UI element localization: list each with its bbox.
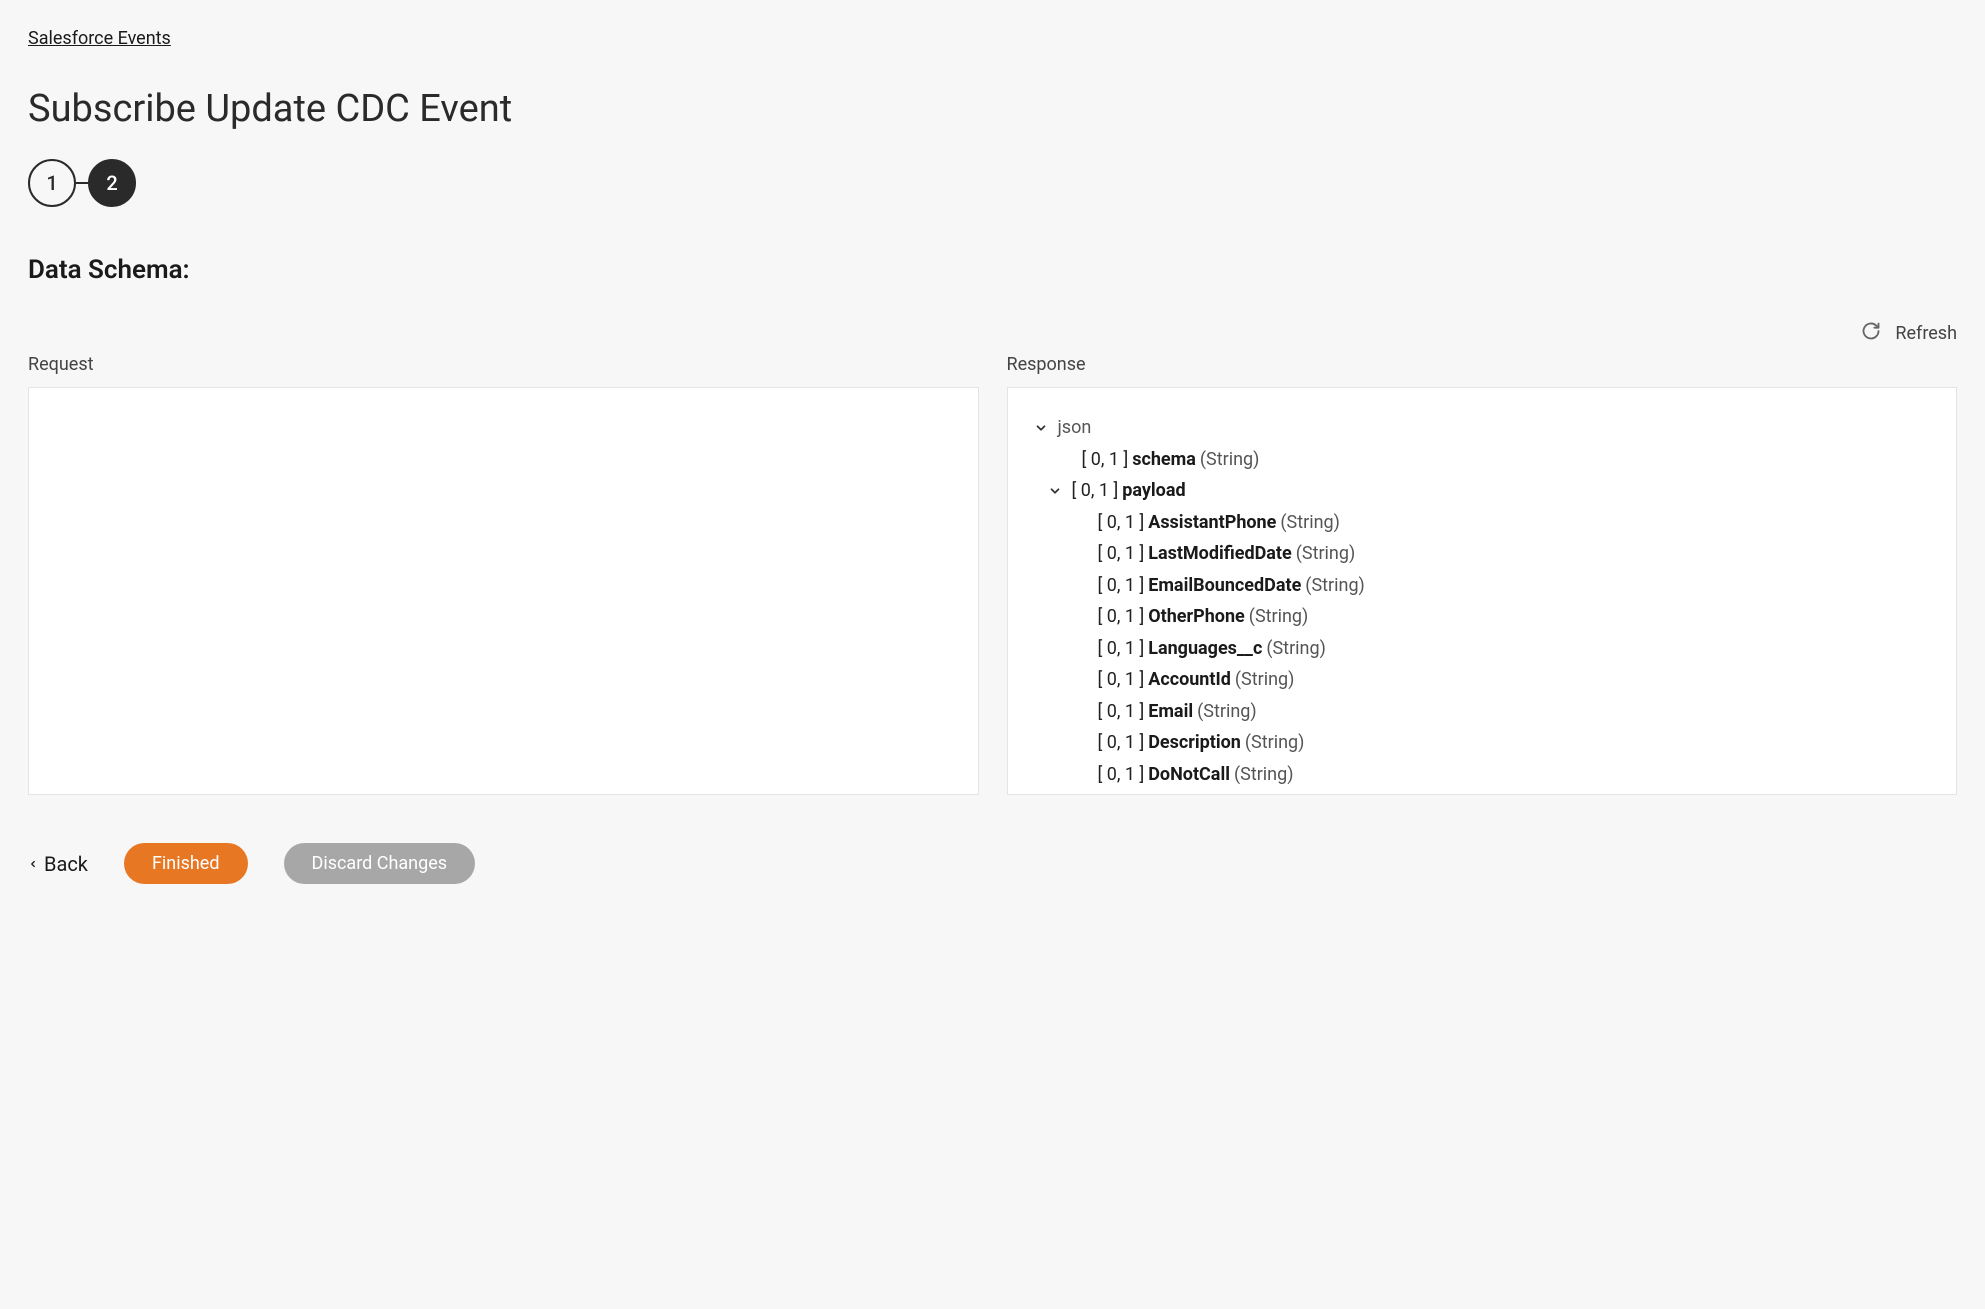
tree-item-payload[interactable]: [ 0, 1 ] payload	[1032, 475, 1933, 507]
schema-tree: json [ 0, 1 ] schema (String) [ 0, 1 ] p…	[1032, 412, 1933, 790]
field-type: (String)	[1197, 696, 1257, 728]
request-panel	[28, 387, 979, 795]
field-type: (String)	[1280, 507, 1340, 539]
field-type: (String)	[1235, 664, 1295, 696]
cardinality: [ 0, 1 ]	[1098, 507, 1145, 539]
chevron-left-icon	[28, 852, 38, 876]
cardinality: [ 0, 1 ]	[1098, 538, 1145, 570]
field-name: AssistantPhone	[1148, 507, 1276, 539]
tree-item[interactable]: [ 0, 1 ]DoNotCall(String)	[1032, 759, 1933, 791]
field-name: OtherPhone	[1148, 601, 1245, 633]
tree-item[interactable]: [ 0, 1 ]AccountId(String)	[1032, 664, 1933, 696]
step-2[interactable]: 2	[88, 159, 136, 207]
field-name: DoNotCall	[1148, 759, 1230, 791]
request-label: Request	[28, 354, 979, 375]
field-type: (String)	[1305, 570, 1365, 602]
step-1[interactable]: 1	[28, 159, 76, 207]
tree-item[interactable]: [ 0, 1 ]LastModifiedDate(String)	[1032, 538, 1933, 570]
section-heading: Data Schema:	[28, 255, 1957, 285]
field-name: AccountId	[1148, 664, 1231, 696]
refresh-icon	[1861, 321, 1881, 346]
field-name: LastModifiedDate	[1148, 538, 1292, 570]
field-type: (String)	[1249, 601, 1309, 633]
refresh-button[interactable]: Refresh	[1861, 321, 1957, 346]
field-name: EmailBouncedDate	[1148, 570, 1301, 602]
field-type: (String)	[1234, 759, 1294, 791]
refresh-label: Refresh	[1895, 323, 1957, 344]
tree-item[interactable]: [ 0, 1 ]Description(String)	[1032, 727, 1933, 759]
finished-button[interactable]: Finished	[124, 843, 248, 884]
response-label: Response	[1007, 354, 1958, 375]
tree-root-label: json	[1058, 412, 1092, 444]
cardinality: [ 0, 1 ]	[1072, 475, 1119, 507]
field-type: (String)	[1296, 538, 1356, 570]
field-type: (String)	[1266, 633, 1326, 665]
cardinality: [ 0, 1 ]	[1098, 570, 1145, 602]
back-button[interactable]: Back	[28, 852, 88, 876]
tree-root[interactable]: json	[1032, 412, 1933, 444]
field-name: Description	[1148, 727, 1241, 759]
field-type: (String)	[1200, 444, 1260, 476]
cardinality: [ 0, 1 ]	[1098, 727, 1145, 759]
tree-item[interactable]: [ 0, 1 ]AssistantPhone(String)	[1032, 507, 1933, 539]
chevron-down-icon	[1046, 484, 1064, 498]
chevron-down-icon	[1032, 421, 1050, 435]
tree-item-schema[interactable]: [ 0, 1 ] schema (String)	[1032, 444, 1933, 476]
tree-item[interactable]: [ 0, 1 ]Languages__c(String)	[1032, 633, 1933, 665]
field-type: (String)	[1245, 727, 1305, 759]
field-name: Languages__c	[1148, 633, 1262, 665]
tree-item[interactable]: [ 0, 1 ]Email(String)	[1032, 696, 1933, 728]
wizard-stepper: 1 2	[28, 159, 1957, 207]
cardinality: [ 0, 1 ]	[1098, 633, 1145, 665]
discard-button[interactable]: Discard Changes	[284, 843, 476, 884]
back-label: Back	[44, 852, 88, 876]
breadcrumb-link[interactable]: Salesforce Events	[28, 28, 171, 49]
page-title: Subscribe Update CDC Event	[28, 87, 1957, 131]
step-connector	[76, 182, 88, 184]
response-panel: json [ 0, 1 ] schema (String) [ 0, 1 ] p…	[1007, 387, 1958, 795]
field-name: payload	[1122, 475, 1185, 507]
cardinality: [ 0, 1 ]	[1098, 601, 1145, 633]
cardinality: [ 0, 1 ]	[1098, 664, 1145, 696]
tree-item[interactable]: [ 0, 1 ]OtherPhone(String)	[1032, 601, 1933, 633]
cardinality: [ 0, 1 ]	[1082, 444, 1129, 476]
tree-item[interactable]: [ 0, 1 ]EmailBouncedDate(String)	[1032, 570, 1933, 602]
cardinality: [ 0, 1 ]	[1098, 759, 1145, 791]
cardinality: [ 0, 1 ]	[1098, 696, 1145, 728]
field-name: schema	[1132, 444, 1196, 476]
field-name: Email	[1148, 696, 1193, 728]
